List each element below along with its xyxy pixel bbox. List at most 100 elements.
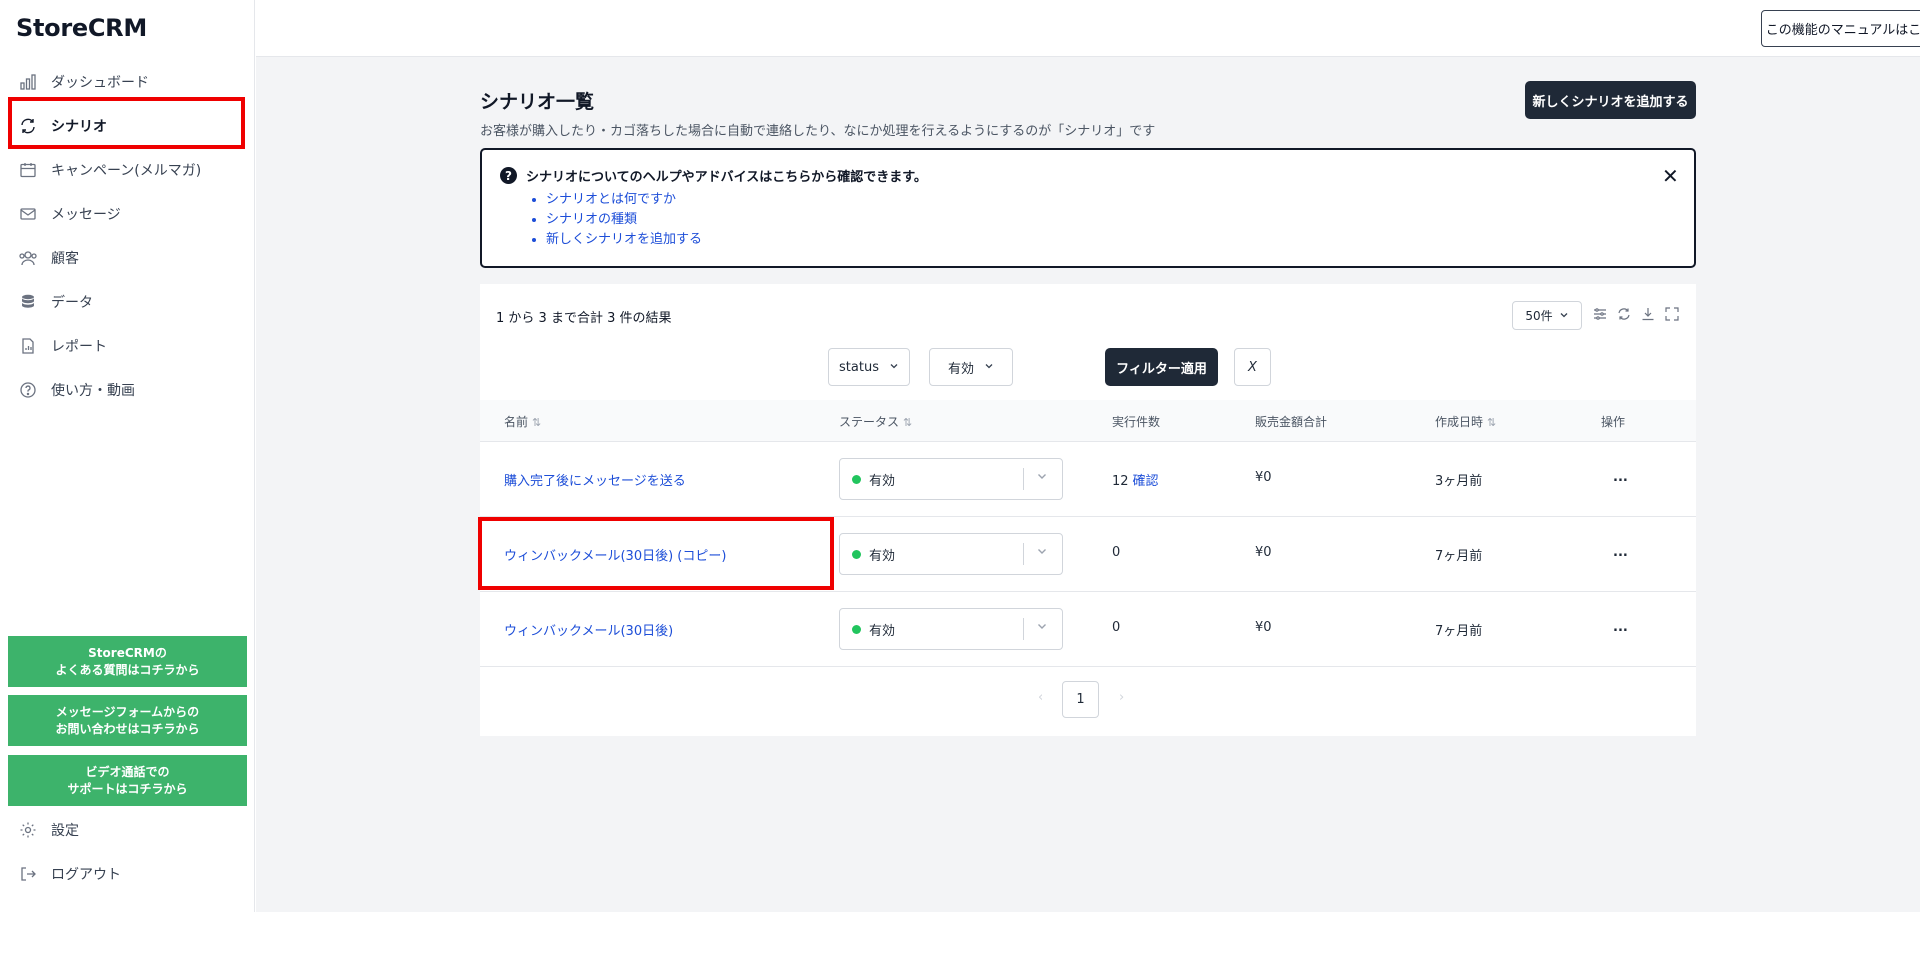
created-at: 3ヶ月前	[1435, 474, 1483, 489]
mail-icon	[17, 203, 39, 225]
sidebar-item-label: レポート	[51, 339, 107, 355]
sidebar-item-label: 設定	[51, 823, 79, 839]
pagination-page-button[interactable]: 1	[1062, 681, 1099, 718]
column-settings-icon[interactable]	[1592, 306, 1608, 322]
faq-button[interactable]: StoreCRMの よくある質問はコチラから	[8, 636, 247, 687]
sidebar-item-report[interactable]: レポート	[0, 324, 254, 368]
fullscreen-icon[interactable]	[1664, 306, 1680, 322]
sort-icon: ⇅	[532, 416, 542, 429]
sidebar-item-data[interactable]: データ	[0, 280, 254, 324]
help-link-what-is[interactable]: シナリオとは何ですか	[546, 190, 702, 210]
execution-count: 0	[1112, 620, 1121, 635]
page-title: シナリオ一覧	[480, 91, 595, 113]
scenario-name-link[interactable]: 購入完了後にメッセージを送る	[504, 470, 686, 489]
result-count: 1 から 3 まで合計 3 件の結果	[496, 311, 672, 326]
close-icon[interactable]: ✕	[1662, 164, 1679, 188]
sidebar-item-howto[interactable]: 使い方・動画	[0, 368, 254, 412]
status-dot	[852, 549, 861, 559]
highlight-box-sidebar	[8, 97, 245, 149]
status-value: 有効	[869, 623, 896, 639]
chevron-down-icon	[984, 360, 994, 375]
add-scenario-button[interactable]: 新しくシナリオを追加する	[1525, 81, 1696, 119]
status-select[interactable]: 有効	[839, 458, 1063, 500]
sort-icon: ⇅	[1487, 416, 1497, 429]
sidebar-item-message[interactable]: メッセージ	[0, 192, 254, 236]
question-icon: ?	[500, 167, 517, 184]
created-at: 7ヶ月前	[1435, 624, 1483, 639]
pagination: ‹ 1 ›	[480, 680, 1696, 718]
sidebar-item-campaign[interactable]: キャンペーン(メルマガ)	[0, 148, 254, 192]
sidebar-item-customers[interactable]: 顧客	[0, 236, 254, 280]
chevron-down-icon	[1036, 545, 1048, 561]
help-links: シナリオとは何ですか シナリオの種類 新しくシナリオを追加する	[528, 190, 702, 250]
help-panel: ? シナリオについてのヘルプやアドバイスはこちらから確認できます。 シナリオとは…	[480, 148, 1696, 268]
sidebar-item-label: ダッシュボード	[51, 75, 149, 91]
page-size-value: 50件	[1525, 309, 1553, 323]
sidebar-item-logout[interactable]: ログアウト	[0, 852, 254, 896]
filter-value-select[interactable]: 有効	[929, 348, 1013, 386]
row-actions-button[interactable]: ...	[1613, 470, 1628, 485]
status-value: 有効	[869, 548, 896, 564]
status-select[interactable]: 有効	[839, 608, 1063, 650]
status-dot	[852, 624, 861, 634]
help-title-text: シナリオについてのヘルプやアドバイスはこちらから確認できます。	[526, 170, 927, 185]
topbar: この機能のマニュアルはこちら	[256, 0, 1920, 57]
calendar-icon	[17, 159, 39, 181]
execution-count: 12 確認	[1112, 474, 1159, 489]
contact-form-button[interactable]: メッセージフォームからの お問い合わせはコチラから	[8, 695, 247, 746]
table-row: 購入完了後にメッセージを送る 有効 12 確認 ¥0 3ヶ月前 ...	[480, 442, 1696, 517]
chevron-down-icon	[1559, 309, 1569, 323]
report-icon	[17, 335, 39, 357]
row-actions-button[interactable]: ...	[1613, 545, 1628, 560]
column-header-status[interactable]: ステータス ⇅	[839, 413, 912, 430]
database-icon	[17, 291, 39, 313]
column-header-count: 実行件数	[1112, 415, 1161, 429]
sidebar-item-settings[interactable]: 設定	[0, 808, 254, 852]
refresh-icon[interactable]	[1616, 306, 1632, 322]
sort-icon: ⇅	[903, 416, 913, 429]
chevron-down-icon	[1036, 620, 1048, 636]
scenario-name-link[interactable]: ウィンバックメール(30日後)	[504, 620, 673, 639]
bar-chart-icon	[17, 71, 39, 93]
table-tools	[1592, 306, 1680, 322]
help-link-types[interactable]: シナリオの種類	[546, 210, 702, 230]
status-value: 有効	[869, 473, 896, 489]
help-link-add[interactable]: 新しくシナリオを追加する	[546, 230, 702, 250]
sidebar-bottom-nav: 設定 ログアウト	[0, 808, 254, 896]
column-header-sales: 販売金額合計	[1255, 415, 1328, 429]
chevron-down-icon	[1036, 470, 1048, 486]
main-content: シナリオ一覧 お客様が購入したり・カゴ落ちした場合に自動で連絡したり、なにか処理…	[256, 57, 1920, 912]
sales-total: ¥0	[1255, 545, 1272, 560]
sales-total: ¥0	[1255, 470, 1272, 485]
page-subtitle: お客様が購入したり・カゴ落ちした場合に自動で連絡したり、なにか処理を行えるように…	[480, 124, 1156, 139]
confirm-link[interactable]: 確認	[1133, 474, 1159, 489]
sidebar-item-label: キャンペーン(メルマガ)	[51, 163, 202, 179]
download-icon[interactable]	[1640, 306, 1656, 322]
row-actions-button[interactable]: ...	[1613, 620, 1628, 635]
filter-apply-button[interactable]: フィルター適用	[1105, 348, 1218, 386]
status-select[interactable]: 有効	[839, 533, 1063, 575]
sidebar-item-label: データ	[51, 295, 93, 311]
column-header-created[interactable]: 作成日時 ⇅	[1435, 413, 1496, 430]
status-dot	[852, 474, 861, 484]
video-support-button[interactable]: ビデオ通話での サポートはコチラから	[8, 755, 247, 806]
column-header-name[interactable]: 名前 ⇅	[504, 413, 541, 430]
page-size-select[interactable]: 50件	[1512, 301, 1582, 330]
pagination-prev-button[interactable]: ‹	[1038, 690, 1043, 705]
execution-count: 0	[1112, 545, 1121, 560]
sidebar-item-label: メッセージ	[51, 207, 121, 223]
logout-icon	[17, 863, 39, 885]
table-header: 名前 ⇅ ステータス ⇅ 実行件数 販売金額合計 作成日時 ⇅ 操作	[480, 400, 1696, 442]
table-row: ウィンバックメール(30日後) 有効 0 ¥0 7ヶ月前 ...	[480, 592, 1696, 667]
chevron-down-icon	[889, 360, 899, 375]
filter-field-select[interactable]: status	[828, 348, 910, 386]
filter-clear-button[interactable]: X	[1234, 348, 1271, 386]
users-icon	[17, 247, 39, 269]
pagination-next-button[interactable]: ›	[1119, 690, 1124, 705]
sidebar-item-label: 使い方・動画	[51, 383, 135, 399]
manual-button[interactable]: この機能のマニュアルはこちら	[1761, 10, 1920, 47]
filter-field-value: status	[839, 359, 879, 375]
app-logo: StoreCRM	[16, 14, 147, 42]
column-header-actions: 操作	[1601, 415, 1626, 429]
highlight-box-row	[478, 517, 834, 590]
